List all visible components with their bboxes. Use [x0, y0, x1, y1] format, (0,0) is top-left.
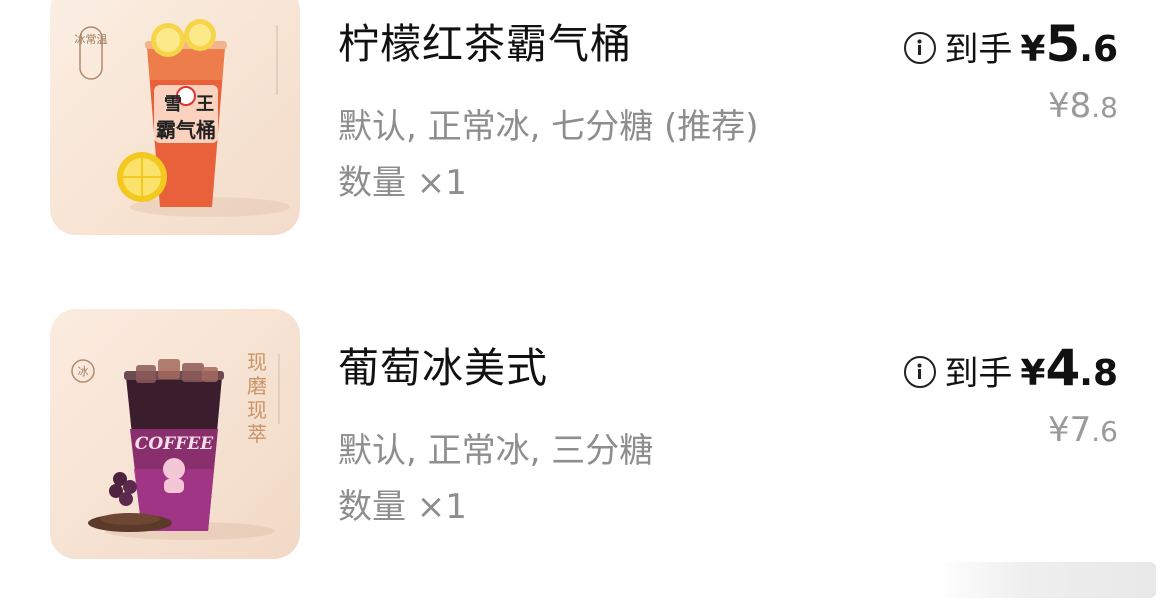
final-price-decimal: .6 — [1079, 29, 1118, 70]
currency-symbol: ¥ — [1020, 353, 1046, 394]
currency-symbol: ¥ — [1020, 29, 1046, 70]
product-quantity: 数量 ×1 — [338, 487, 467, 527]
badge-char: 冰 — [78, 365, 89, 378]
final-price-row: 到手 ¥ 4 .8 — [904, 339, 1118, 397]
order-item[interactable]: 冰常温 雪 王 霸气桶 柠檬红茶霸气桶 到手 ¥ 5 .6 ¥8.8 默认, 正… — [0, 0, 1170, 235]
cup-text: COFFEE — [135, 434, 214, 454]
orig-integer: 8 — [1069, 86, 1092, 126]
product-name: 柠檬红茶霸气桶 — [338, 20, 632, 68]
final-price-decimal: .8 — [1079, 353, 1118, 394]
final-price-row: 到手 ¥ 5 .6 — [904, 15, 1118, 73]
watermark — [936, 562, 1156, 598]
badge-char: 冰常温 — [75, 33, 108, 46]
svg-text:雪: 雪 — [164, 94, 182, 115]
original-price: ¥7.6 — [1048, 413, 1118, 447]
svg-text:萃: 萃 — [247, 422, 267, 446]
final-price-integer: 4 — [1045, 339, 1080, 397]
final-price-integer: 5 — [1045, 15, 1080, 73]
orig-currency: ¥ — [1048, 86, 1070, 126]
final-price-label: 到手 — [944, 30, 1013, 70]
order-item[interactable]: 冰 现 磨 现 萃 COFFEE 葡萄冰美式 到手 ¥ 4 .8 ¥7.6 默认… — [0, 309, 1170, 559]
orig-decimal: .8 — [1091, 91, 1118, 124]
product-image-grape-americano: 冰 现 磨 现 萃 COFFEE — [50, 309, 300, 559]
orig-integer: 7 — [1069, 410, 1092, 450]
orig-currency: ¥ — [1048, 410, 1070, 450]
orig-decimal: .6 — [1091, 415, 1118, 448]
svg-text:现: 现 — [247, 398, 267, 422]
product-spec: 默认, 正常冰, 七分糖 (推荐) — [338, 107, 759, 147]
product-image-lemon-tea: 冰常温 雪 王 霸气桶 — [50, 0, 300, 235]
product-quantity: 数量 ×1 — [338, 163, 467, 203]
svg-text:磨: 磨 — [247, 374, 267, 398]
svg-text:霸气桶: 霸气桶 — [156, 118, 216, 142]
info-icon[interactable] — [904, 32, 937, 64]
svg-text:现: 现 — [247, 350, 267, 374]
svg-text:王: 王 — [196, 94, 214, 115]
final-price-label: 到手 — [944, 354, 1013, 394]
product-spec: 默认, 正常冰, 三分糖 — [338, 431, 654, 471]
info-icon[interactable] — [904, 356, 937, 388]
original-price: ¥8.8 — [1048, 89, 1118, 123]
product-name: 葡萄冰美式 — [338, 344, 548, 392]
